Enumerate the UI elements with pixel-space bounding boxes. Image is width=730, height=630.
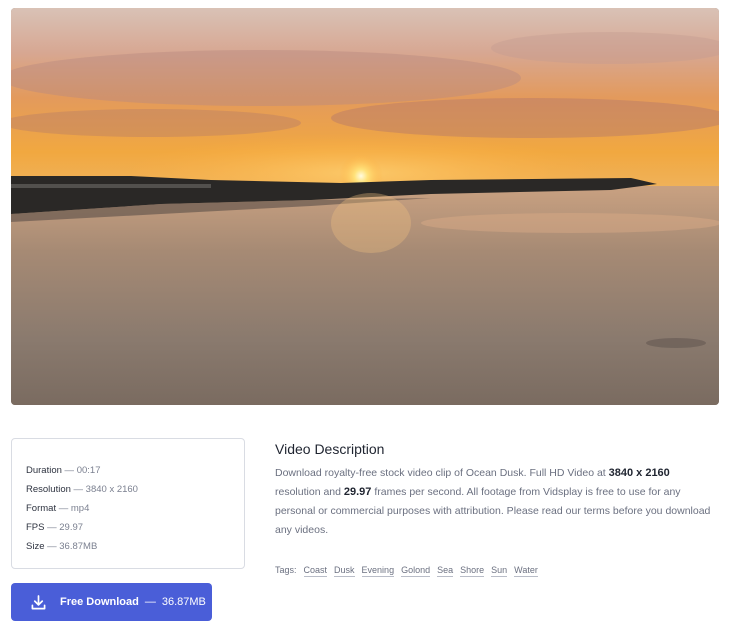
tag-evening[interactable]: Evening: [361, 565, 395, 577]
free-download-button[interactable]: Free Download — 36.87MB: [11, 583, 212, 621]
video-thumbnail: [11, 8, 719, 405]
download-label: Free Download: [60, 596, 139, 608]
download-icon: [31, 594, 46, 609]
tag-water[interactable]: Water: [514, 565, 538, 577]
tag-coast[interactable]: Coast: [303, 565, 328, 577]
tag-list: Tags: Coast Dusk Evening Golond Sea Shor…: [275, 565, 538, 577]
meta-duration: Duration — 00:17: [26, 465, 101, 476]
description-resolution: 3840 x 2160: [608, 467, 670, 479]
meta-size: Size — 36.87MB: [26, 541, 98, 552]
tags-label: Tags:: [275, 565, 297, 575]
video-player[interactable]: [11, 8, 719, 405]
tag-sea[interactable]: Sea: [437, 565, 454, 577]
description-fps: 29.97: [343, 486, 372, 498]
meta-format: Format — mp4: [26, 503, 90, 514]
description-text: Download royalty-free stock video clip o…: [275, 467, 711, 536]
download-separator: —: [144, 596, 156, 608]
description-title: Video Description: [275, 441, 385, 457]
meta-resolution: Resolution — 3840 x 2160: [26, 484, 138, 495]
tag-sun[interactable]: Sun: [491, 565, 508, 577]
meta-fps: FPS — 29.97: [26, 522, 84, 533]
tag-dusk[interactable]: Dusk: [334, 565, 355, 577]
tag-shore[interactable]: Shore: [460, 565, 485, 577]
tag-golond[interactable]: Golond: [401, 565, 431, 577]
download-size: 36.87MB: [161, 596, 206, 608]
video-meta-card: Duration — 00:17 Resolution — 3840 x 216…: [11, 438, 245, 569]
